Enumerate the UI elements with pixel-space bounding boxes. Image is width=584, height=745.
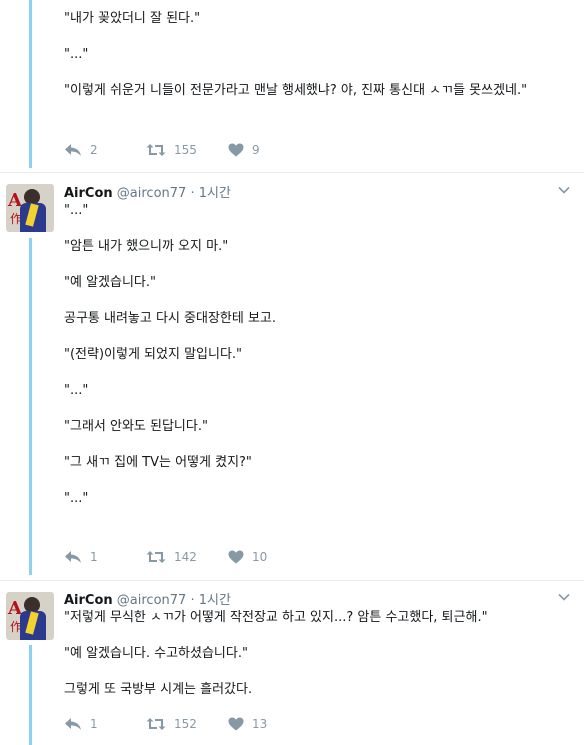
- heart-icon: [228, 717, 244, 731]
- reply-count: 1: [90, 550, 98, 564]
- tweet-text: "..." "암튼 내가 했으니까 오지 마." "예 알겠습니다." 공구통 …: [64, 203, 277, 506]
- like-count: 10: [252, 550, 268, 564]
- timestamp[interactable]: 1시간: [199, 186, 231, 201]
- reply-button[interactable]: 2: [64, 143, 98, 157]
- retweet-icon: [146, 144, 166, 156]
- reply-button[interactable]: 1: [64, 717, 98, 731]
- separator: ·: [190, 186, 195, 201]
- reply-button[interactable]: 1: [64, 550, 98, 564]
- heart-icon: [228, 550, 244, 564]
- retweet-button[interactable]: 142: [146, 550, 197, 564]
- tweet-header: AirCon @aircon77 · 1시간: [64, 182, 231, 201]
- tweet-text: "저렇게 무식한 ㅅㄲ가 어떻게 작전장교 하고 있지...? 암튼 수고했다,…: [64, 610, 488, 697]
- reply-icon: [65, 718, 81, 730]
- tweet[interactable]: "내가 꽂았더니 잘 된다." "..." "이렇게 쉬운거 니들이 전문가라고…: [0, 0, 584, 172]
- tweet[interactable]: A 作 AirCon @aircon77 · 1시간 "..." "암튼 내가 …: [0, 172, 584, 580]
- retweet-count: 155: [174, 143, 197, 157]
- separator: ·: [190, 593, 195, 608]
- retweet-icon: [146, 718, 166, 730]
- reply-icon: [65, 551, 81, 563]
- retweet-count: 142: [174, 550, 197, 564]
- avatar[interactable]: A 作: [6, 184, 54, 232]
- display-name[interactable]: AirCon: [64, 186, 113, 201]
- like-button[interactable]: 13: [228, 717, 267, 731]
- heart-icon: [228, 143, 244, 157]
- like-button[interactable]: 9: [228, 143, 260, 157]
- timestamp[interactable]: 1시간: [199, 593, 231, 608]
- retweet-button[interactable]: 155: [146, 143, 197, 157]
- tweet-header: AirCon @aircon77 · 1시간: [64, 589, 231, 608]
- tweet[interactable]: A 作 AirCon @aircon77 · 1시간 "저렇게 무식한 ㅅㄲ가 …: [0, 580, 584, 745]
- tweet-text: "내가 꽂았더니 잘 된다." "..." "이렇게 쉬운거 니들이 전문가라고…: [64, 11, 528, 98]
- retweet-button[interactable]: 152: [146, 717, 197, 731]
- like-count: 13: [252, 717, 268, 731]
- reply-count: 2: [90, 143, 98, 157]
- like-count: 9: [252, 143, 260, 157]
- username[interactable]: @aircon77: [117, 593, 187, 608]
- retweet-icon: [146, 551, 166, 563]
- chevron-down-icon[interactable]: [558, 184, 570, 196]
- username[interactable]: @aircon77: [117, 186, 187, 201]
- display-name[interactable]: AirCon: [64, 593, 113, 608]
- reply-count: 1: [90, 717, 98, 731]
- retweet-count: 152: [174, 717, 197, 731]
- chevron-down-icon[interactable]: [558, 591, 570, 603]
- reply-icon: [65, 144, 81, 156]
- avatar[interactable]: A 作: [6, 592, 54, 640]
- like-button[interactable]: 10: [228, 550, 267, 564]
